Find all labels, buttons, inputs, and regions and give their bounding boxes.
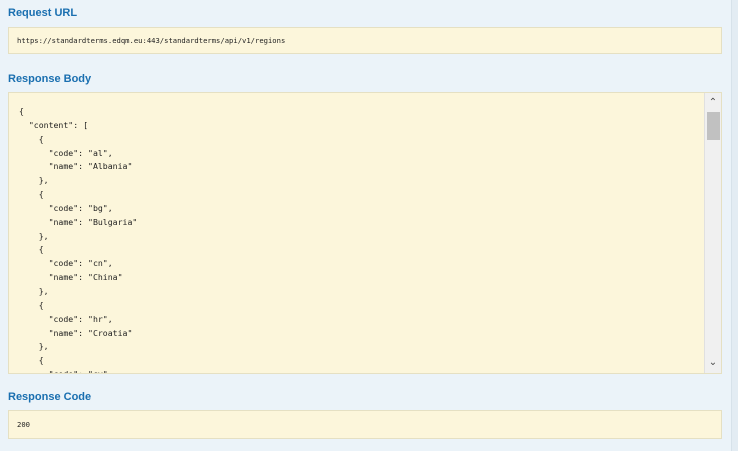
request-url-box: https://standardterms.edqm.eu:443/standa… bbox=[8, 27, 722, 54]
response-body-json: { "content": [ { "code": "al", "name": "… bbox=[19, 106, 138, 373]
chevron-down-icon[interactable]: ⌄ bbox=[705, 355, 721, 371]
response-code-box: 200 bbox=[8, 410, 722, 439]
response-body-box[interactable]: { "content": [ { "code": "al", "name": "… bbox=[8, 92, 722, 374]
response-body-scrollbar[interactable]: ⌃ ⌄ bbox=[704, 93, 721, 373]
chevron-up-icon[interactable]: ⌃ bbox=[705, 95, 721, 111]
request-url-title: Request URL bbox=[8, 7, 78, 19]
response-code-value: 200 bbox=[17, 420, 30, 429]
response-code-title: Response Code bbox=[8, 391, 92, 403]
request-url-value: https://standardterms.edqm.eu:443/standa… bbox=[17, 36, 286, 45]
scrollbar-thumb[interactable] bbox=[707, 112, 720, 140]
response-body-title: Response Body bbox=[8, 73, 92, 85]
window-edge bbox=[731, 0, 738, 451]
